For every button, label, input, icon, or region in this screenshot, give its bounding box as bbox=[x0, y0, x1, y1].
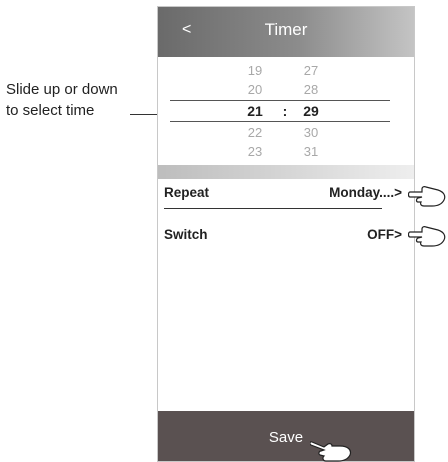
hour-value: 22 bbox=[247, 125, 263, 140]
footer-bar: Save bbox=[158, 411, 414, 461]
hour-value: 20 bbox=[247, 82, 263, 97]
switch-row[interactable]: Switch OFF> bbox=[158, 223, 414, 249]
annotation-line-2: to select time bbox=[6, 102, 95, 119]
hour-value: 19 bbox=[247, 63, 263, 78]
time-picker[interactable]: 19 27 20 28 21 : 29 22 30 23 31 bbox=[158, 59, 414, 163]
annotation-line-1: Slide up or down bbox=[6, 81, 118, 98]
section-divider bbox=[158, 165, 414, 179]
minute-value: 31 bbox=[303, 144, 319, 159]
header-bar: < Timer bbox=[158, 7, 414, 57]
annotation-text: Slide up or down to select time bbox=[6, 79, 118, 121]
switch-value[interactable]: OFF> bbox=[367, 227, 402, 242]
picker-row[interactable]: 22 30 bbox=[158, 125, 414, 143]
time-separator: : bbox=[282, 103, 288, 119]
selection-line-top bbox=[170, 100, 390, 101]
hour-value-selected: 21 bbox=[247, 103, 263, 119]
repeat-value[interactable]: Monday....> bbox=[329, 185, 402, 200]
picker-row[interactable]: 19 27 bbox=[158, 63, 414, 81]
minute-value: 28 bbox=[303, 82, 319, 97]
selection-line-bottom bbox=[170, 121, 390, 122]
repeat-label: Repeat bbox=[164, 185, 210, 200]
hour-value: 23 bbox=[247, 144, 263, 159]
repeat-row[interactable]: Repeat Monday....> bbox=[158, 181, 414, 207]
pointing-hand-icon bbox=[408, 186, 446, 207]
minute-value: 30 bbox=[303, 125, 319, 140]
repeat-underline bbox=[164, 208, 382, 209]
pointing-hand-icon bbox=[310, 441, 352, 462]
picker-row-selected[interactable]: 21 : 29 bbox=[158, 103, 414, 121]
minute-value: 27 bbox=[303, 63, 319, 78]
picker-row[interactable]: 23 31 bbox=[158, 144, 414, 162]
picker-row[interactable]: 20 28 bbox=[158, 82, 414, 100]
save-button[interactable]: Save bbox=[158, 429, 414, 446]
page-title: Timer bbox=[264, 20, 308, 39]
pointing-hand-icon bbox=[408, 226, 446, 247]
switch-label: Switch bbox=[164, 227, 208, 242]
minute-value-selected: 29 bbox=[303, 103, 319, 119]
phone-screen: < Timer 19 27 20 28 21 : 29 22 30 23 31 … bbox=[157, 6, 415, 462]
